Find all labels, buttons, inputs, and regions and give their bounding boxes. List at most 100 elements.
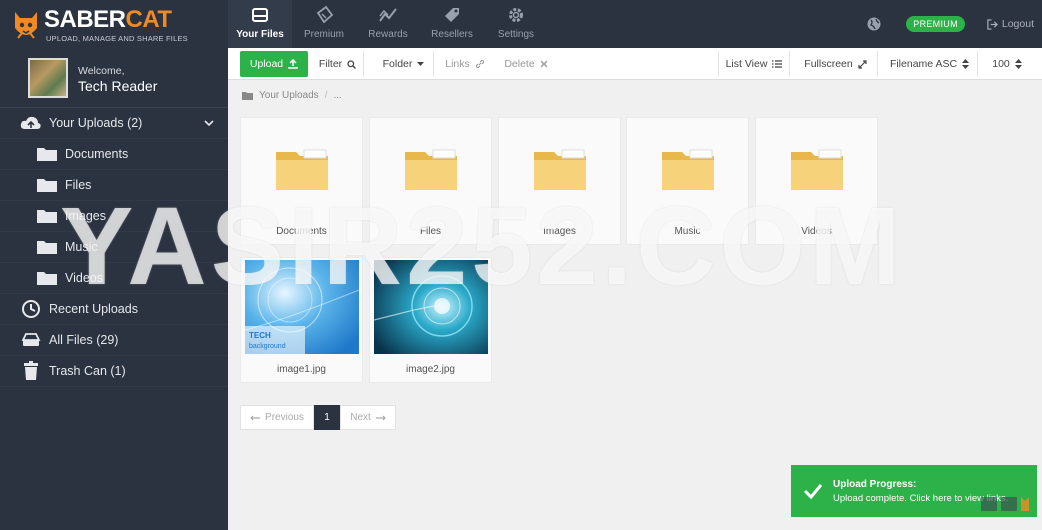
globe-icon[interactable]	[866, 16, 882, 32]
brand-title-white: SABER	[44, 6, 126, 33]
delete-label: Delete	[504, 58, 535, 70]
breadcrumb-separator: /	[324, 90, 328, 101]
folder-icon	[36, 143, 58, 165]
sidebar-item-files[interactable]: Files	[0, 170, 228, 201]
upload-icon	[288, 59, 298, 69]
folder-icon	[662, 149, 714, 190]
folder-icon	[242, 92, 253, 100]
folder-card-images[interactable]: Images	[498, 117, 621, 245]
cat-logo-icon	[15, 12, 37, 39]
folder-icon	[791, 149, 843, 190]
breadcrumb-more[interactable]: ...	[333, 90, 341, 101]
pagination: Previous 1 Next	[240, 405, 396, 430]
search-icon	[347, 59, 357, 69]
nav-label: Resellers	[431, 29, 473, 40]
cloud-upload-icon	[20, 112, 42, 134]
nav-label: Premium	[303, 29, 344, 40]
sidebar-item-all-files[interactable]: All Files (29)	[0, 325, 228, 356]
image-thumbnail: TECH background	[245, 260, 359, 354]
arrow-right-icon	[375, 415, 386, 420]
sort-dropdown[interactable]: Filename ASC	[882, 51, 978, 77]
sidebar-item-videos[interactable]: Videos	[0, 263, 228, 294]
fullscreen-button[interactable]: Fullscreen	[794, 51, 878, 77]
sidebar-item-music[interactable]: Music	[0, 232, 228, 263]
nav-rewards[interactable]: Rewards	[356, 0, 420, 48]
drive-icon	[20, 329, 42, 351]
sidebar-item-label: Files	[65, 178, 92, 192]
upload-label: Upload	[249, 58, 284, 70]
nav-label: Rewards	[368, 29, 408, 40]
arrow-left-icon	[250, 415, 261, 420]
page-number: 1	[324, 412, 330, 423]
image-card-image1[interactable]: TECH background image1.jpg	[240, 257, 363, 383]
close-icon	[540, 60, 548, 68]
delete-button[interactable]: Delete	[500, 51, 552, 77]
folder-card-videos[interactable]: Videos	[755, 117, 878, 245]
page-1-button[interactable]: 1	[314, 405, 340, 430]
sort-label: Filename ASC	[889, 58, 958, 70]
chart-icon	[379, 8, 397, 22]
logout-icon	[987, 18, 998, 30]
chevron-down-icon[interactable]	[204, 118, 214, 128]
image-name: image2.jpg	[406, 364, 455, 375]
per-page-label: 100	[992, 58, 1010, 70]
sidebar: Welcome, Tech Reader Your Uploads (2) Do…	[0, 48, 228, 530]
logout-link[interactable]: Logout	[987, 18, 1034, 30]
logo[interactable]: SABERCAT UPLOAD, MANAGE AND SHARE FILES	[12, 6, 212, 44]
nav-settings[interactable]: Settings	[484, 0, 548, 48]
nav-resellers[interactable]: Resellers	[420, 0, 484, 48]
thumb-text-line1: TECH	[249, 331, 271, 340]
folder-label: Folder	[382, 58, 413, 70]
clock-icon	[20, 298, 42, 320]
breadcrumb: Your Uploads / ...	[242, 90, 342, 101]
folder-name: Files	[419, 226, 442, 237]
upload-button[interactable]: Upload	[240, 51, 308, 77]
per-page-dropdown[interactable]: 100	[982, 51, 1032, 77]
next-page-button[interactable]: Next	[340, 405, 396, 430]
upload-progress-toast[interactable]: Upload Progress: Upload complete. Click …	[791, 465, 1037, 517]
folder-card-files[interactable]: Files	[369, 117, 492, 245]
folder-name: Videos	[801, 226, 832, 237]
list-icon	[772, 60, 783, 68]
link-icon	[475, 59, 484, 69]
top-right: PREMIUM Logout	[866, 0, 1042, 48]
user-panel: Welcome, Tech Reader	[0, 48, 228, 108]
sidebar-item-your-uploads[interactable]: Your Uploads (2)	[0, 108, 228, 139]
sidebar-item-label: Videos	[65, 271, 103, 285]
sidebar-item-label: All Files (29)	[49, 333, 119, 347]
image-card-image2[interactable]: image2.jpg	[369, 257, 492, 383]
sidebar-item-images[interactable]: Images	[0, 201, 228, 232]
checkmark-icon	[803, 484, 823, 500]
links-label: Links	[445, 58, 470, 70]
expand-icon	[858, 59, 867, 69]
sort-icon	[1014, 59, 1022, 69]
list-view-button[interactable]: List View	[718, 51, 790, 77]
image-thumbnail	[374, 260, 488, 354]
main-nav: Your Files Premium Rewards Resellers Set…	[228, 0, 548, 48]
toolbar: Upload Filter Folder Links Delete List V…	[228, 48, 1042, 80]
list-view-label: List View	[725, 58, 768, 70]
previous-page-button[interactable]: Previous	[240, 405, 314, 430]
links-button[interactable]: Links	[440, 51, 490, 77]
sidebar-item-recent-uploads[interactable]: Recent Uploads	[0, 294, 228, 325]
tag-icon	[445, 8, 459, 22]
folder-name: Images	[543, 226, 576, 237]
sidebar-item-label: Your Uploads (2)	[49, 116, 143, 130]
nav-your-files[interactable]: Your Files	[228, 0, 292, 48]
folder-icon	[405, 149, 457, 190]
filter-label: Filter	[318, 58, 343, 70]
folder-dropdown[interactable]: Folder	[374, 51, 434, 77]
logout-label: Logout	[1001, 18, 1034, 30]
breadcrumb-root[interactable]: Your Uploads	[259, 90, 319, 101]
folder-card-documents[interactable]: Documents	[240, 117, 363, 245]
folder-icon	[276, 149, 328, 190]
nav-premium[interactable]: Premium	[292, 0, 356, 48]
username: Tech Reader	[78, 78, 158, 94]
thumb-text-line2: background	[249, 343, 286, 350]
sidebar-item-trash[interactable]: Trash Can (1)	[0, 356, 228, 387]
sidebar-item-documents[interactable]: Documents	[0, 139, 228, 170]
fullscreen-label: Fullscreen	[804, 58, 853, 70]
avatar[interactable]	[28, 58, 68, 98]
filter-button[interactable]: Filter	[312, 51, 364, 77]
folder-card-music[interactable]: Music	[626, 117, 749, 245]
